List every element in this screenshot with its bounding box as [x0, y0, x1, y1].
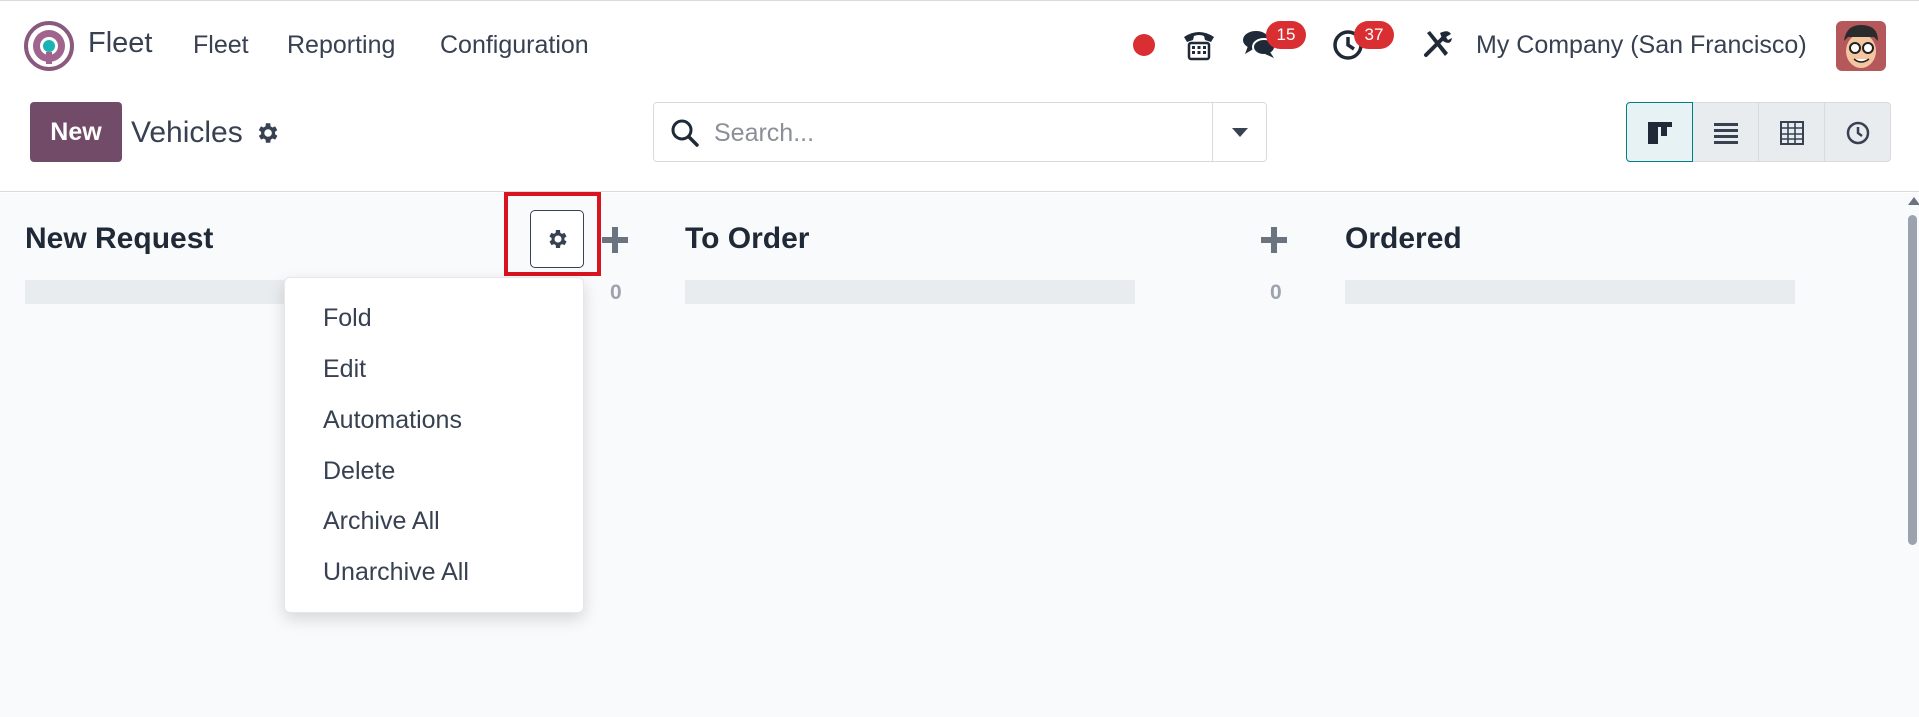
activity-view-button[interactable] — [1824, 102, 1891, 162]
menu-fleet[interactable]: Fleet — [193, 31, 249, 60]
gear-icon[interactable] — [254, 120, 280, 146]
column-config-button[interactable] — [530, 210, 584, 268]
menu-item-unarchive-all[interactable]: Unarchive All — [323, 558, 469, 587]
user-avatar[interactable] — [1836, 21, 1886, 71]
phone-icon[interactable] — [1180, 25, 1218, 63]
kanban-view-icon — [1648, 122, 1672, 144]
menu-configuration[interactable]: Configuration — [440, 31, 589, 60]
view-switcher — [1626, 102, 1892, 162]
caret-down-icon — [1232, 128, 1248, 137]
kanban-board: New Request 0 To Order 0 Ordered Fold Ed… — [0, 192, 1919, 717]
column-count: 0 — [1270, 281, 1282, 304]
scrollbar-thumb[interactable] — [1908, 215, 1917, 545]
menu-item-archive-all[interactable]: Archive All — [323, 507, 440, 536]
search-bar — [653, 102, 1267, 162]
menu-item-automations[interactable]: Automations — [323, 406, 462, 435]
activity-view-icon — [1846, 121, 1870, 145]
pivot-view-icon — [1780, 121, 1804, 145]
app-name[interactable]: Fleet — [88, 27, 152, 60]
column-config-dropdown: Fold Edit Automations Delete Archive All… — [284, 277, 584, 613]
gear-icon — [549, 230, 567, 248]
list-view-icon — [1714, 123, 1738, 144]
vertical-scrollbar[interactable] — [1905, 193, 1919, 717]
activities-badge: 37 — [1354, 21, 1394, 49]
column-title-ordered: Ordered — [1345, 222, 1462, 255]
steering-wheel-icon[interactable] — [24, 21, 74, 71]
menu-item-edit[interactable]: Edit — [323, 355, 366, 384]
column-title-new-request: New Request — [25, 222, 214, 255]
tools-icon[interactable] — [1418, 25, 1456, 63]
top-navbar: Fleet Fleet Reporting Configuration 15 3… — [0, 0, 1919, 90]
kanban-view-button[interactable] — [1626, 102, 1693, 162]
search-options-toggle[interactable] — [1212, 103, 1266, 161]
recording-indicator-icon[interactable] — [1133, 34, 1155, 56]
plus-icon[interactable] — [602, 227, 628, 253]
column-progress-bar — [685, 280, 1135, 304]
column-title-to-order: To Order — [685, 222, 810, 255]
menu-item-delete[interactable]: Delete — [323, 457, 395, 486]
control-panel: New Vehicles — [0, 90, 1919, 192]
new-button[interactable]: New — [30, 102, 122, 162]
list-view-button[interactable] — [1692, 102, 1759, 162]
column-progress-bar — [1345, 280, 1795, 304]
plus-icon[interactable] — [1261, 227, 1287, 253]
column-count: 0 — [610, 281, 622, 304]
messages-badge: 15 — [1266, 21, 1306, 49]
scroll-up-arrow-icon[interactable] — [1908, 197, 1919, 205]
search-input[interactable] — [714, 115, 1254, 151]
pivot-view-button[interactable] — [1758, 102, 1825, 162]
menu-item-fold[interactable]: Fold — [323, 304, 372, 333]
search-icon — [671, 119, 699, 147]
menu-reporting[interactable]: Reporting — [287, 31, 395, 60]
company-switcher[interactable]: My Company (San Francisco) — [1476, 31, 1807, 60]
breadcrumb: Vehicles — [131, 116, 243, 149]
